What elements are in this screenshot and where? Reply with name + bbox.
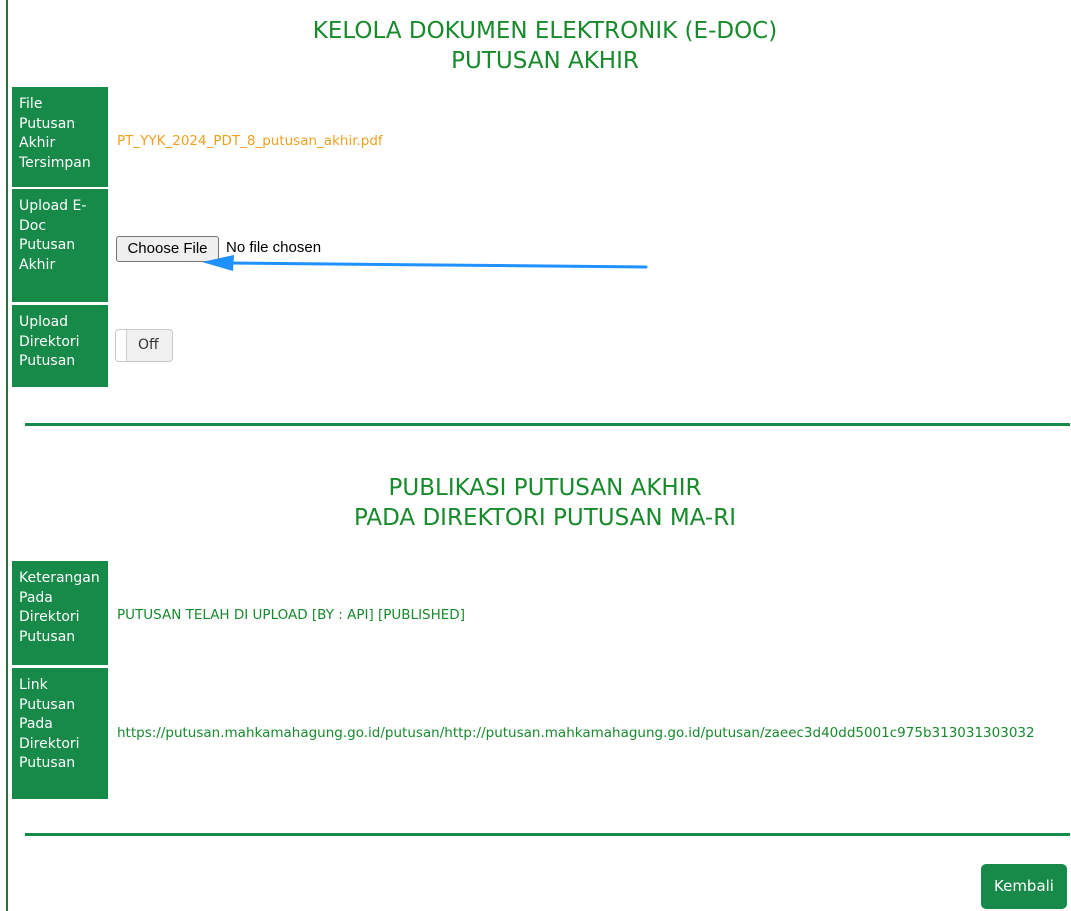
page-title-line1: KELOLA DOKUMEN ELEKTRONIK (E-DOC) — [312, 18, 778, 44]
upload-direktori-toggle[interactable]: Off — [115, 329, 173, 362]
page-title-line2: PUTUSAN AKHIR — [451, 48, 639, 74]
toggle-knob — [116, 330, 127, 361]
label-upload-edoc: Upload E- Doc Putusan Akhir — [12, 189, 108, 302]
publication-title: PUBLIKASI PUTUSAN AKHIR PADA DIREKTORI P… — [0, 473, 1071, 533]
label-link: Link Putusan Pada Direktori Putusan — [12, 668, 108, 799]
publication-status: PUTUSAN TELAH DI UPLOAD [BY : API] [PUBL… — [117, 607, 465, 623]
label-upload-direktori: Upload Direktori Putusan — [12, 305, 108, 387]
left-border — [6, 0, 8, 911]
toggle-label: Off — [138, 337, 159, 353]
publication-title-line1: PUBLIKASI PUTUSAN AKHIR — [388, 475, 702, 501]
label-file-tersimpan: File Putusan Akhir Tersimpan — [12, 87, 108, 187]
saved-file-link[interactable]: PT_YYK_2024_PDT_8_putusan_akhir.pdf — [117, 133, 383, 149]
page-title: KELOLA DOKUMEN ELEKTRONIK (E-DOC) PUTUSA… — [0, 16, 1071, 76]
label-keterangan: Keterangan Pada Direktori Putusan — [12, 561, 108, 665]
arrow-left-icon — [202, 255, 648, 271]
kembali-button[interactable]: Kembali — [981, 864, 1067, 909]
publication-link[interactable]: https://putusan.mahkamahagung.go.id/putu… — [117, 725, 1035, 741]
publication-title-line2: PADA DIREKTORI PUTUSAN MA-RI — [353, 505, 736, 531]
section-divider-bottom — [25, 833, 1070, 836]
section-divider — [25, 423, 1070, 426]
